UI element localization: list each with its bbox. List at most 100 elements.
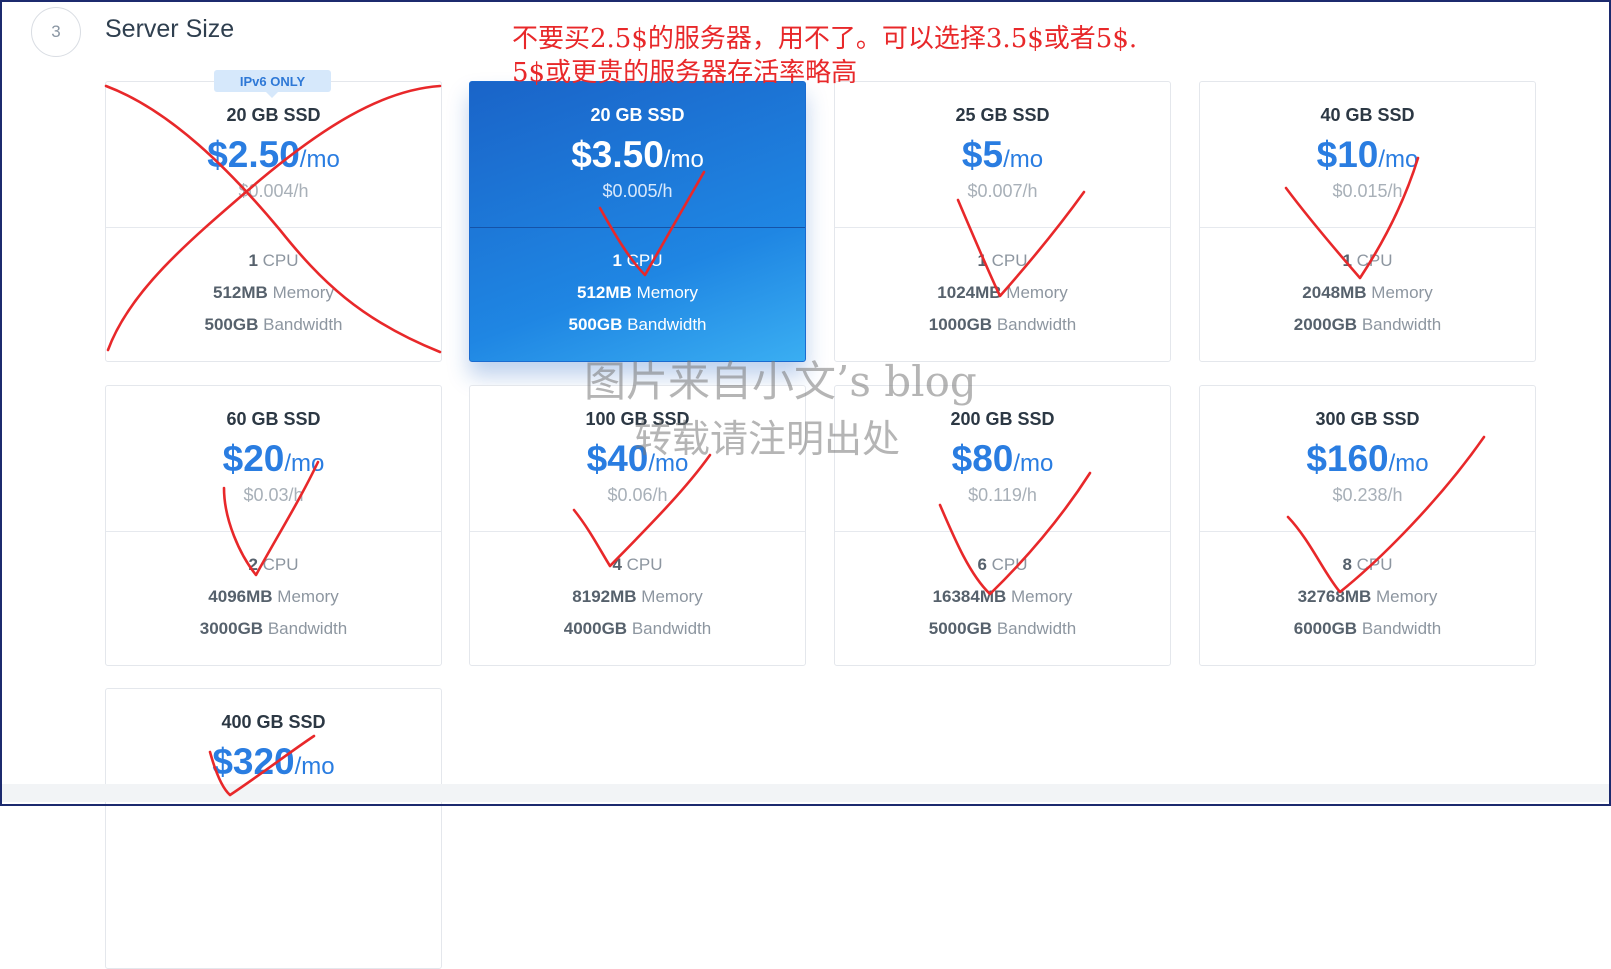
price-amount: $3.50 <box>571 134 664 175</box>
plan-bandwidth: 1000GB Bandwidth <box>835 315 1170 335</box>
price-period: /mo <box>294 753 335 780</box>
bandwidth-label: Bandwidth <box>267 619 348 638</box>
memory-value: 512MB <box>577 283 632 302</box>
card-divider <box>470 531 805 532</box>
plan-hourly-price: $0.004/h <box>238 181 309 201</box>
cpu-count: 1 <box>248 251 258 270</box>
plan-memory: 8192MB Memory <box>470 587 805 607</box>
cpu-label: CPU <box>1356 251 1393 270</box>
plan-card-40gb-10[interactable]: 40 GB SSD $10/mo $0.015/h 1 CPU 2048MB M… <box>1199 81 1536 362</box>
price-amount: $2.50 <box>207 134 300 175</box>
plan-cpu: 1 CPU <box>106 251 441 271</box>
price-period: /mo <box>1003 146 1044 173</box>
bandwidth-value: 1000GB <box>928 315 993 334</box>
plan-bandwidth: 500GB Bandwidth <box>106 315 441 335</box>
plan-hourly-price: $0.015/h <box>1332 181 1403 201</box>
cpu-count: 2 <box>248 555 258 574</box>
memory-value: 32768MB <box>1297 587 1372 606</box>
section-title: Server Size <box>105 15 235 43</box>
cpu-count: 1 <box>612 251 622 270</box>
cpu-count: 4 <box>612 555 622 574</box>
bandwidth-value: 2000GB <box>1293 315 1358 334</box>
cpu-label: CPU <box>1356 555 1393 574</box>
plan-card-300gb-160[interactable]: 300 GB SSD $160/mo $0.238/h 8 CPU 32768M… <box>1199 385 1536 666</box>
plan-storage: 25 GB SSD <box>955 105 1050 125</box>
card-divider <box>835 531 1170 532</box>
bandwidth-label: Bandwidth <box>631 619 712 638</box>
horizontal-scrollbar[interactable] <box>0 784 1611 802</box>
card-divider <box>106 531 441 532</box>
watermark-line-2: 转载请注明出处 <box>634 417 901 461</box>
plan-hourly-price: $0.119/h <box>968 485 1037 505</box>
plan-card-20gb-2-50[interactable]: 20 GB SSD $2.50/mo $0.004/h 1 CPU 512MB … <box>105 81 442 362</box>
plan-bandwidth: 6000GB Bandwidth <box>1200 619 1535 639</box>
memory-value: 4096MB <box>208 587 273 606</box>
cpu-label: CPU <box>991 251 1028 270</box>
plan-memory: 16384MB Memory <box>835 587 1170 607</box>
cpu-count: 8 <box>1342 555 1352 574</box>
plan-cpu: 2 CPU <box>106 555 441 575</box>
plan-storage: 60 GB SSD <box>226 409 321 429</box>
bandwidth-value: 500GB <box>568 315 623 334</box>
price-amount: $160 <box>1306 438 1389 479</box>
plan-cpu: 6 CPU <box>835 555 1170 575</box>
price-period: /mo <box>1013 450 1054 477</box>
card-divider <box>470 227 805 228</box>
memory-label: Memory <box>1376 587 1438 606</box>
bandwidth-value: 500GB <box>204 315 259 334</box>
cpu-label: CPU <box>262 251 299 270</box>
plan-price: $160/mo <box>1200 438 1535 480</box>
cpu-label: CPU <box>626 555 663 574</box>
plan-bandwidth: 2000GB Bandwidth <box>1200 315 1535 335</box>
bandwidth-label: Bandwidth <box>263 315 343 334</box>
price-period: /mo <box>299 146 340 173</box>
cpu-label: CPU <box>991 555 1028 574</box>
plan-cpu: 1 CPU <box>835 251 1170 271</box>
price-amount: $5 <box>961 134 1004 175</box>
ipv6-only-badge: IPv6 ONLY <box>214 70 331 98</box>
price-amount: $320 <box>212 741 295 782</box>
memory-value: 2048MB <box>1302 283 1367 302</box>
memory-value: 512MB <box>213 283 268 302</box>
plan-storage: 20 GB SSD <box>226 105 321 125</box>
plan-card-20gb-3-50-selected[interactable]: 20 GB SSD $3.50/mo $0.005/h 1 CPU 512MB … <box>469 81 806 362</box>
bandwidth-label: Bandwidth <box>996 619 1077 638</box>
plan-hourly-price: $0.03/h <box>243 485 304 505</box>
memory-label: Memory <box>272 283 334 302</box>
plan-memory: 32768MB Memory <box>1200 587 1535 607</box>
plan-cpu: 8 CPU <box>1200 555 1535 575</box>
bandwidth-value: 3000GB <box>199 619 264 638</box>
watermark-line-1: 图片来自小文’s blog <box>584 357 977 406</box>
plan-memory: 512MB Memory <box>106 283 441 303</box>
plan-card-25gb-5[interactable]: 25 GB SSD $5/mo $0.007/h 1 CPU 1024MB Me… <box>834 81 1171 362</box>
memory-label: Memory <box>1006 283 1068 302</box>
plan-cpu: 1 CPU <box>470 251 805 271</box>
annotation-note: 不要买2.5$的服务器，用不了。可以选择3.5$或者5$. 5$或更贵的服务器存… <box>512 22 1212 90</box>
plan-memory: 512MB Memory <box>470 283 805 303</box>
price-period: /mo <box>1378 146 1419 173</box>
plan-price: $5/mo <box>835 134 1170 176</box>
plan-bandwidth: 3000GB Bandwidth <box>106 619 441 639</box>
price-period: /mo <box>663 146 704 173</box>
plan-price: $2.50/mo <box>106 134 441 176</box>
plan-card-60gb-20[interactable]: 60 GB SSD $20/mo $0.03/h 2 CPU 4096MB Me… <box>105 385 442 666</box>
memory-label: Memory <box>636 283 698 302</box>
bandwidth-value: 5000GB <box>928 619 993 638</box>
plan-hourly-price: $0.005/h <box>602 181 673 201</box>
cpu-count: 1 <box>1342 251 1352 270</box>
plan-hourly-price: $0.238/h <box>1332 485 1403 505</box>
plan-cpu: 4 CPU <box>470 555 805 575</box>
memory-label: Memory <box>1011 587 1073 606</box>
plan-bandwidth: 500GB Bandwidth <box>470 315 805 335</box>
bandwidth-label: Bandwidth <box>1361 619 1442 638</box>
bandwidth-label: Bandwidth <box>996 315 1077 334</box>
plan-price: $20/mo <box>106 438 441 480</box>
memory-label: Memory <box>1371 283 1433 302</box>
plan-card-400gb-320[interactable]: 400 GB SSD $320/mo <box>105 688 442 969</box>
cpu-count: 1 <box>977 251 987 270</box>
bandwidth-value: 6000GB <box>1293 619 1358 638</box>
memory-label: Memory <box>641 587 703 606</box>
card-divider <box>1200 531 1535 532</box>
cpu-label: CPU <box>262 555 299 574</box>
plan-bandwidth: 5000GB Bandwidth <box>835 619 1170 639</box>
